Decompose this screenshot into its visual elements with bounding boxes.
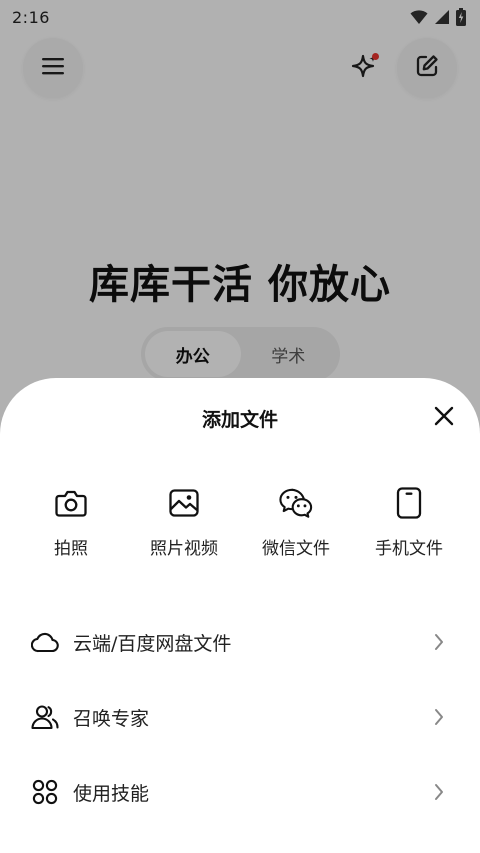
phone-files-label: 手机文件 <box>375 539 443 559</box>
phone-icon <box>392 486 426 520</box>
chevron-right-icon <box>431 782 447 802</box>
photos-videos-label: 照片视频 <box>150 539 218 559</box>
photos-videos-button[interactable]: 照片视频 <box>134 486 234 559</box>
wechat-files-label: 微信文件 <box>262 539 330 559</box>
use-skills-item[interactable]: 使用技能 <box>0 764 480 820</box>
use-skills-label: 使用技能 <box>73 782 150 805</box>
camera-icon <box>54 486 88 520</box>
cloud-icon <box>31 628 59 656</box>
image-icon <box>167 486 201 520</box>
summon-expert-item[interactable]: 召唤专家 <box>0 689 480 745</box>
phone-files-button[interactable]: 手机文件 <box>359 486 459 559</box>
close-button[interactable] <box>428 402 460 434</box>
sheet-title: 添加文件 <box>201 409 278 431</box>
take-photo-label: 拍照 <box>54 539 88 559</box>
chevron-right-icon <box>431 707 447 727</box>
cloud-baidu-files-label: 云端/百度网盘文件 <box>73 632 232 655</box>
take-photo-button[interactable]: 拍照 <box>21 486 121 559</box>
wechat-files-button[interactable]: 微信文件 <box>246 486 346 559</box>
grid-circles-icon <box>31 778 59 806</box>
cloud-baidu-files-item[interactable]: 云端/百度网盘文件 <box>0 614 480 670</box>
add-file-sheet: 添加文件 拍照 照片视频 微信文件 手机文件 云端/百度网盘文件 召唤专家 使用… <box>0 378 480 853</box>
summon-expert-label: 召唤专家 <box>73 707 150 730</box>
add-file-actions: 拍照 照片视频 微信文件 手机文件 <box>0 486 480 566</box>
close-icon <box>434 406 454 430</box>
users-icon <box>31 703 59 731</box>
wechat-icon <box>279 486 313 520</box>
chevron-right-icon <box>431 632 447 652</box>
